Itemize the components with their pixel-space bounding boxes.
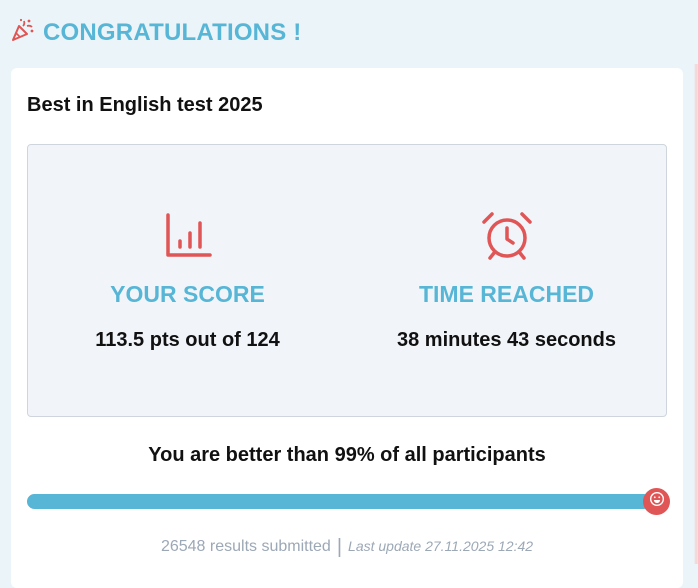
time-stat: TIME REACHED 38 minutes 43 seconds: [347, 145, 666, 416]
time-value: 38 minutes 43 seconds: [397, 329, 616, 351]
footer-separator: |: [336, 536, 343, 558]
score-label: YOUR SCORE: [110, 281, 265, 307]
progress-fill: [27, 494, 651, 509]
test-title: Best in English test 2025: [27, 94, 263, 116]
results-footer: 26548 results submitted | Last update 27.1…: [11, 536, 683, 559]
smiley-icon: [649, 491, 665, 512]
score-value: 113.5 pts out of 124: [95, 329, 280, 351]
stats-panel: YOUR SCORE 113.5 pts out of 124 TIME REA…: [27, 144, 667, 417]
time-label: TIME REACHED: [418, 281, 595, 307]
side-panel-edge: [684, 64, 698, 564]
submitted-count: 26548 results submitted: [160, 538, 331, 555]
percentile-progress-bar: [27, 488, 670, 515]
party-popper-icon: [11, 18, 35, 47]
last-update: Last update 27.11.2025 12:42: [348, 538, 534, 554]
result-card: Best in English test 2025 YOUR SCORE 113…: [11, 68, 683, 588]
page-title: CONGRATULATIONS !: [43, 18, 302, 46]
alarm-clock-icon: [480, 211, 534, 266]
bar-chart-icon: [164, 211, 212, 264]
page-header: CONGRATULATIONS !: [11, 18, 301, 47]
percentile-text: You are better than 99% of all participa…: [148, 444, 546, 466]
progress-knob: [643, 488, 670, 515]
score-stat: YOUR SCORE 113.5 pts out of 124: [28, 145, 347, 416]
